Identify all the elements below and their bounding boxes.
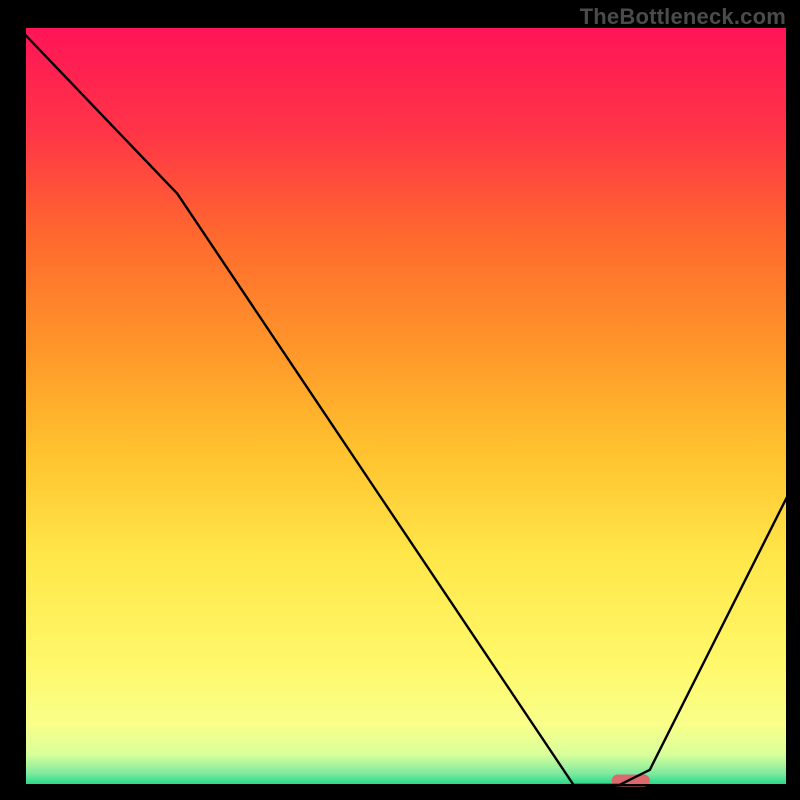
chart-frame: TheBottleneck.com (0, 0, 800, 800)
watermark-text: TheBottleneck.com (580, 4, 786, 30)
plot-background (25, 27, 787, 785)
bottleneck-chart (0, 0, 800, 800)
